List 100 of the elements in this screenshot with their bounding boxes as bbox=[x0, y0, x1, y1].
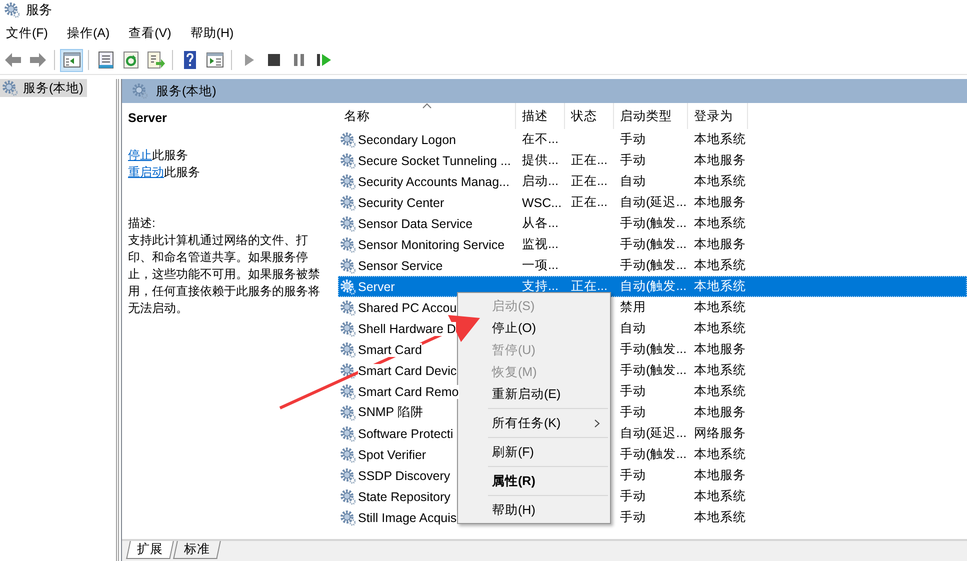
table-cell-text: 正在... bbox=[570, 279, 608, 293]
table-cell-text: 本地系统 bbox=[693, 279, 746, 293]
table-cell-text: 自动(触发... bbox=[619, 279, 687, 293]
menu-item[interactable]: 文件(F) bbox=[2, 22, 55, 44]
gear-icon bbox=[340, 342, 356, 358]
gear-icon bbox=[340, 278, 356, 294]
gear-icon bbox=[340, 174, 356, 190]
menu-item[interactable]: 所有任务(K) bbox=[488, 412, 610, 434]
table-cell-text: 本地系统 bbox=[693, 132, 746, 146]
gear-icon bbox=[340, 468, 356, 484]
console-tree-button[interactable] bbox=[60, 48, 83, 72]
table-cell: Shared PC Accou bbox=[358, 300, 457, 314]
menu-item[interactable]: 帮助(H) bbox=[488, 499, 610, 521]
menu-item[interactable]: 帮助(H) bbox=[186, 22, 241, 44]
table-cell-text: 本地服务 bbox=[693, 468, 746, 482]
table-cell-text: 一项... bbox=[521, 258, 558, 272]
table-cell-text: 本地系统 bbox=[693, 447, 746, 461]
forward-arrow-icon bbox=[28, 50, 48, 70]
table-cell-text: 启动... bbox=[521, 174, 558, 188]
table-cell-text: 监视... bbox=[521, 237, 558, 251]
gear-icon bbox=[340, 216, 356, 232]
table-cell-text: 本地系统 bbox=[693, 174, 746, 188]
menu-item[interactable]: 重新启动(E) bbox=[488, 383, 610, 405]
menu-item[interactable]: 操作(A) bbox=[62, 22, 117, 44]
table-cell: Software Protecti bbox=[358, 426, 454, 440]
menu-item[interactable]: 刷新(F) bbox=[488, 441, 610, 463]
gear-icon bbox=[340, 152, 356, 168]
refresh-icon bbox=[120, 50, 140, 70]
table-cell-text: 手动(触发... bbox=[619, 363, 687, 377]
table-cell-text: 手动 bbox=[619, 384, 646, 398]
table-cell-text: 本地服务 bbox=[693, 405, 746, 419]
table-cell: Sensor Service bbox=[358, 258, 443, 272]
table-cell: Smart Card Remo bbox=[358, 384, 459, 398]
column-header[interactable]: 名称 bbox=[338, 103, 516, 129]
table-cell: Sensor Data Service bbox=[358, 216, 473, 230]
column-header[interactable]: 登录为 bbox=[688, 103, 748, 129]
table-cell: Security Center bbox=[358, 196, 444, 210]
table-cell-text: 手动(触发... bbox=[619, 258, 687, 272]
gear-icon bbox=[340, 404, 356, 420]
service-action: 停止此服务 bbox=[128, 147, 189, 164]
table-cell: Security Accounts Manag... bbox=[358, 174, 510, 188]
description-text: 支持此计算机通过网络的文件、打印、和命名管道共享。如果服务停止，这些功能不可用。如果服务被禁用，任何直接依赖于此服务的服务将无法启动。 bbox=[128, 232, 321, 317]
gear-icon bbox=[340, 510, 356, 526]
gear-icon bbox=[340, 446, 356, 462]
table-cell-text: 自动(延迟... bbox=[619, 195, 687, 209]
table-cell-text: 本地系统 bbox=[693, 258, 746, 272]
table-cell-text: 本地系统 bbox=[693, 489, 746, 503]
table-cell: Server bbox=[358, 280, 395, 294]
table-cell: State Repository bbox=[358, 490, 450, 504]
menu-item[interactable]: 停止(O) bbox=[488, 317, 610, 339]
table-cell-text: 手动 bbox=[619, 153, 646, 167]
view-tab[interactable]: 扩展 bbox=[126, 541, 174, 559]
service-name: Server bbox=[128, 111, 168, 125]
pane-title: 服务(本地) bbox=[156, 82, 216, 100]
table-cell-text: 本地服务 bbox=[693, 153, 746, 167]
gear-icon bbox=[4, 2, 20, 18]
gear-icon bbox=[340, 194, 356, 210]
gear-icon bbox=[132, 83, 148, 99]
view-tab[interactable]: 标准 bbox=[173, 541, 221, 559]
table-cell-text: 手动 bbox=[619, 489, 646, 503]
table-cell-text: 手动 bbox=[619, 405, 646, 419]
table-cell-text: 正在... bbox=[570, 174, 608, 188]
menu-item[interactable]: 查看(V) bbox=[124, 22, 178, 44]
tree-item[interactable]: 服务(本地) bbox=[0, 79, 88, 97]
gear-icon bbox=[340, 384, 356, 400]
table-cell-text: WSC... bbox=[521, 196, 562, 210]
table-cell-text: 手动(触发... bbox=[619, 342, 687, 356]
column-header[interactable]: 状态 bbox=[565, 103, 614, 129]
table-cell-text: 禁用 bbox=[619, 300, 646, 314]
table-cell-text: 手动 bbox=[619, 132, 646, 146]
menu-item[interactable]: 属性(R) bbox=[488, 470, 610, 492]
table-cell-text: 本地系统 bbox=[693, 384, 746, 398]
table-cell-text: 自动 bbox=[619, 174, 646, 188]
table-cell-text: 本地系统 bbox=[693, 300, 746, 314]
gear-icon bbox=[340, 258, 356, 274]
column-header[interactable]: 启动类型 bbox=[614, 103, 688, 129]
gear-icon bbox=[340, 426, 356, 442]
window-title: 服务 bbox=[26, 1, 52, 19]
action-link[interactable]: 重启动 bbox=[128, 165, 164, 179]
properties-icon bbox=[96, 50, 116, 70]
table-cell-text: 本地服务 bbox=[693, 237, 746, 251]
table-cell-text: 本地服务 bbox=[693, 195, 746, 209]
table-cell-text: 本地系统 bbox=[693, 321, 746, 335]
gear-icon bbox=[340, 488, 356, 504]
column-header[interactable]: 描述 bbox=[516, 103, 565, 129]
table-cell: Smart Card Devic bbox=[358, 364, 457, 378]
action-link[interactable]: 停止 bbox=[128, 148, 152, 162]
table-cell-text: 本地系统 bbox=[693, 510, 746, 524]
gear-icon bbox=[340, 300, 356, 316]
gear-icon bbox=[340, 320, 356, 336]
action-pane-icon bbox=[204, 50, 224, 70]
table-cell-text: 从各... bbox=[521, 216, 558, 230]
console-tree-icon bbox=[62, 50, 82, 70]
gear-icon bbox=[340, 236, 356, 252]
table-cell-text: 手动 bbox=[619, 468, 646, 482]
table-cell: Secondary Logon bbox=[358, 132, 456, 146]
export-list-icon bbox=[146, 50, 166, 70]
table-cell: Still Image Acquis bbox=[358, 510, 457, 524]
service-action: 重启动此服务 bbox=[128, 164, 201, 181]
table-cell-text: 自动(延迟... bbox=[619, 426, 687, 440]
